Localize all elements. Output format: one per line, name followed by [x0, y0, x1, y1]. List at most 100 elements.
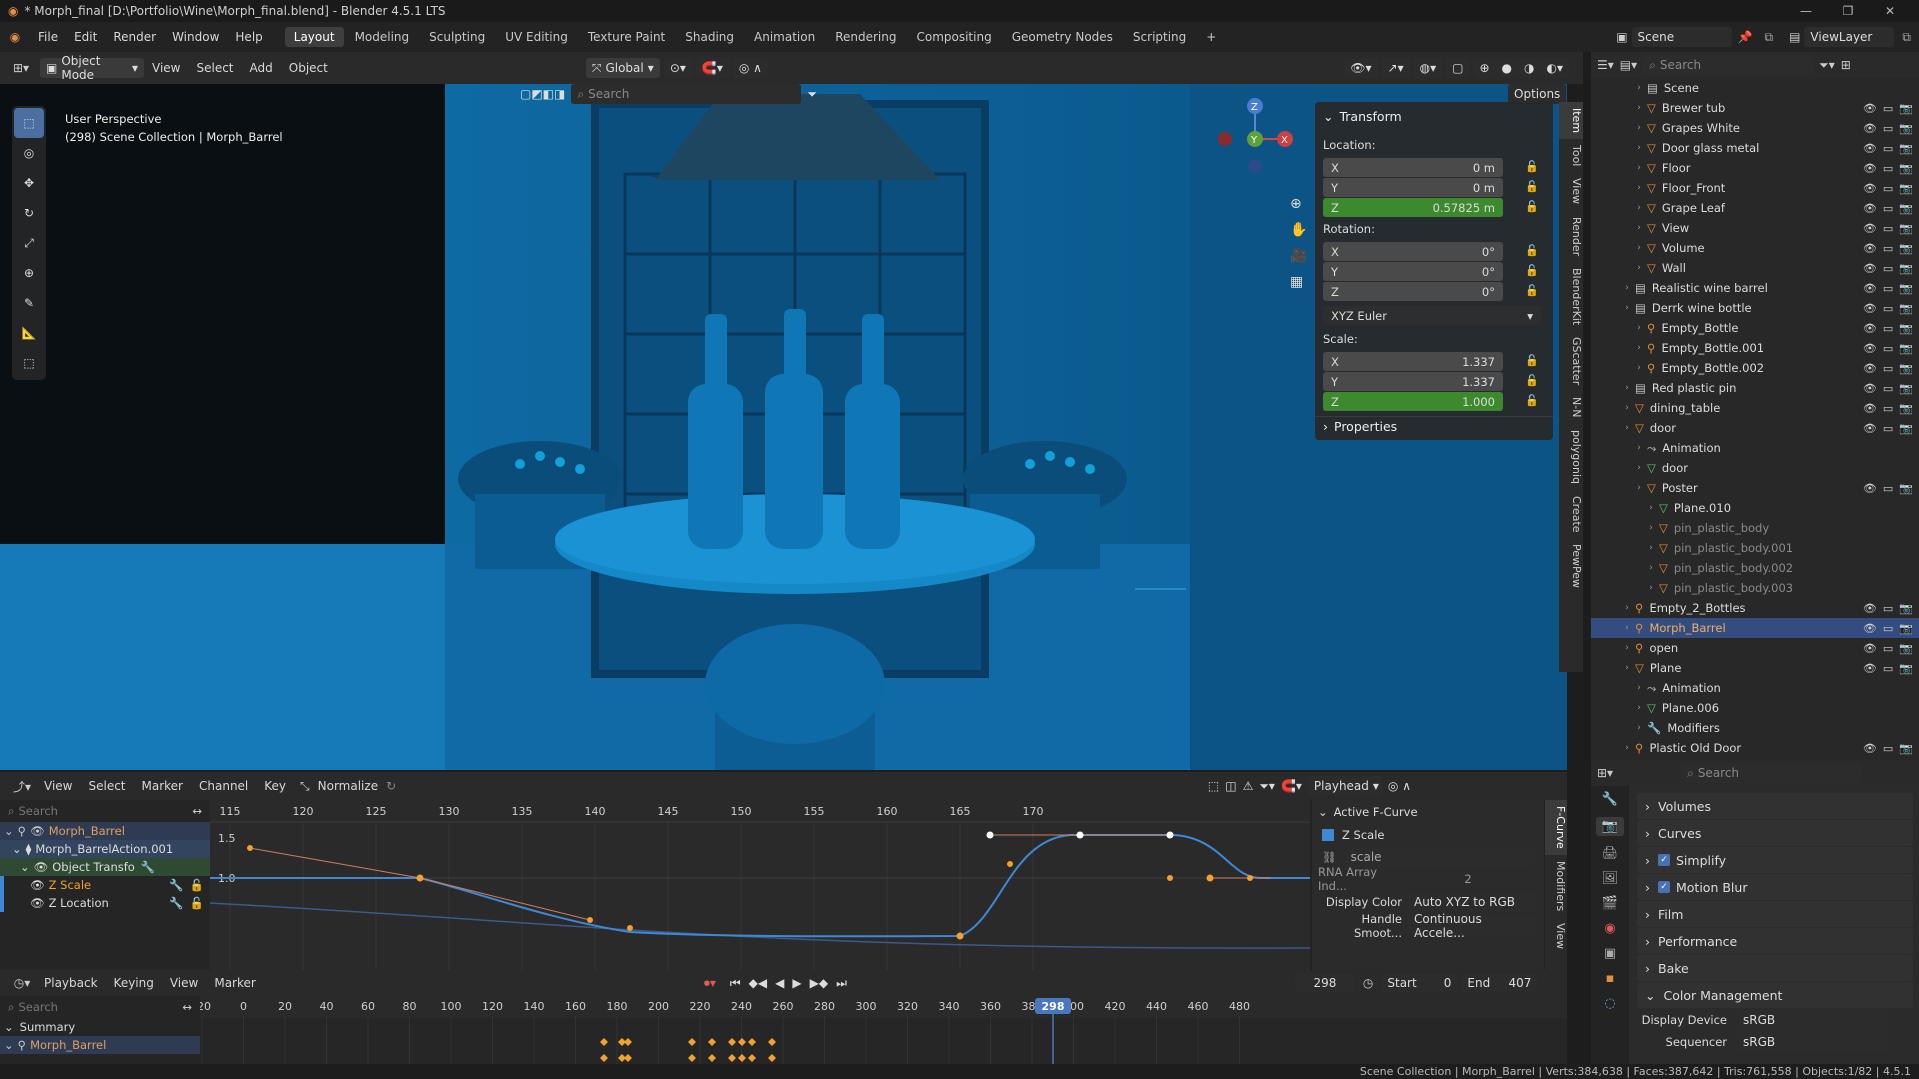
menu-file[interactable]: File [30, 30, 66, 44]
expand-chevron-icon[interactable]: › [1621, 663, 1633, 673]
play-reverse-icon[interactable]: ◀ [775, 976, 784, 990]
viewport-visibility-icon[interactable]: ▭ [1883, 102, 1893, 115]
expand-chevron-icon[interactable]: › [1621, 603, 1633, 613]
sidebar-tab-blenderkit[interactable]: BlenderKit [1559, 262, 1583, 331]
workspace-tab-rendering[interactable]: Rendering [826, 27, 905, 47]
scene-selector[interactable]: Scene [1631, 27, 1732, 47]
render-visibility-icon[interactable]: 📷 [1899, 422, 1913, 435]
record-icon[interactable]: ⏺▾ [704, 976, 716, 991]
rotation-x-field[interactable]: X 0° [1323, 242, 1503, 261]
eye-icon[interactable]: 👁 [1863, 282, 1877, 295]
move-tool[interactable]: ✥ [14, 168, 44, 198]
eye-icon[interactable]: 👁 [1863, 342, 1877, 355]
outliner-row[interactable]: › ▽ Floor_Front 👁 ▭ 📷 [1591, 178, 1919, 198]
view-layer-tab-icon[interactable]: 🖼 [1602, 871, 1619, 886]
render-visibility-icon[interactable]: 📷 [1899, 322, 1913, 335]
shading-wireframe[interactable]: ⊕ [1473, 58, 1496, 78]
visibility-toggles[interactable]: 👁 ▭ 📷 [1863, 322, 1913, 335]
xray-toggle[interactable]: ▢ [1446, 58, 1470, 78]
scale-tool[interactable]: ⤢ [14, 228, 44, 258]
eye-icon[interactable]: 👁 [1863, 482, 1877, 495]
channel-group[interactable]: ⌄ 👁 Object Transfo 🔧 [0, 858, 210, 876]
swap-icon[interactable]: ↔ [192, 804, 202, 818]
scale-y-field[interactable]: Y 1.337 [1323, 372, 1503, 391]
expand-chevron-icon[interactable]: › [1633, 203, 1645, 213]
channel-z-scale[interactable]: 👁 Z Scale 🔧 🔓 [0, 876, 210, 894]
eye-icon[interactable]: 👁 [1863, 262, 1877, 275]
overlay-toggle[interactable]: ◍▾ [1413, 58, 1443, 78]
menu-render[interactable]: Render [105, 30, 164, 44]
navigation-gizmo[interactable]: Z X Y [1210, 94, 1300, 184]
eye-icon[interactable]: 👁 [1863, 622, 1877, 635]
viewport-visibility-icon[interactable]: ▭ [1883, 602, 1893, 615]
outliner-row[interactable]: › ▽ View 👁 ▭ 📷 [1591, 218, 1919, 238]
graph-menu-channel[interactable]: Channel [191, 779, 256, 793]
collection-tab-icon[interactable]: ▣ [1604, 946, 1616, 961]
close-button[interactable]: ✕ [1869, 4, 1911, 18]
snap-toggle[interactable]: 🧲▾ [695, 58, 729, 78]
viewport-menu-add[interactable]: Add [242, 61, 281, 75]
eye-icon[interactable]: 👁 [1863, 322, 1877, 335]
visibility-toggles[interactable]: 👁 ▭ 📷 [1863, 302, 1913, 315]
eye-icon[interactable]: 👁 [30, 878, 45, 892]
visibility-toggles[interactable]: 👁 ▭ 📷 [1863, 262, 1913, 275]
lock-icon[interactable]: 🔓 [1525, 394, 1539, 407]
next-keyframe-icon[interactable]: ▶◆ [810, 976, 828, 990]
outliner-row[interactable]: › ▽ pin_plastic_body.002 [1591, 558, 1919, 578]
viewport-visibility-icon[interactable]: ▭ [1883, 282, 1893, 295]
visibility-toggles[interactable]: 👁 ▭ 📷 [1863, 482, 1913, 495]
viewport-visibility-icon[interactable]: ▭ [1883, 242, 1893, 255]
expand-chevron-icon[interactable]: › [1633, 343, 1645, 353]
expand-chevron-icon[interactable]: › [1633, 143, 1645, 153]
play-icon[interactable]: ▶ [792, 976, 801, 990]
eye-icon[interactable]: 👁 [1863, 602, 1877, 615]
add-cube-tool[interactable]: ⬚ [14, 348, 44, 378]
expand-chevron-icon[interactable]: › [1633, 163, 1645, 173]
errors-icon[interactable]: ⚠ [1243, 779, 1254, 793]
timeline-row-summary[interactable]: ⌄ Summary [0, 1018, 200, 1036]
menu-edit[interactable]: Edit [66, 30, 105, 44]
render-visibility-icon[interactable]: 📷 [1899, 242, 1913, 255]
sidebar-tab-tool[interactable]: Tool [1559, 139, 1583, 172]
expand-chevron-icon[interactable]: › [1633, 83, 1645, 93]
add-workspace-button[interactable]: + [1197, 27, 1225, 47]
workspace-tab-animation[interactable]: Animation [745, 27, 824, 47]
lock-icon[interactable]: 🔓 [1525, 200, 1539, 213]
eye-icon[interactable]: 👁 [1863, 362, 1877, 375]
viewport-visibility-icon[interactable]: ▭ [1883, 382, 1893, 395]
filter-icon[interactable]: ⏷ [807, 87, 817, 102]
visibility-toggles[interactable]: 👁 ▭ 📷 [1863, 222, 1913, 235]
cursor-tool[interactable]: ◎ [14, 138, 44, 168]
timeline-editor-icon[interactable]: ◷▾ [8, 976, 36, 990]
viewport-menu-view[interactable]: View [144, 61, 188, 75]
location-x-field[interactable]: X 0 m [1323, 158, 1503, 177]
shading-rendered[interactable]: ◐▾ [1540, 58, 1569, 78]
expand-chevron-icon[interactable]: › [1633, 123, 1645, 133]
rna-path-field[interactable]: scale [1344, 847, 1535, 867]
visibility-toggles[interactable]: 👁 ▭ 📷 [1863, 142, 1913, 155]
location-z-field[interactable]: Z 0.57825 m [1323, 198, 1503, 217]
viewport-visibility-icon[interactable]: ▭ [1883, 482, 1893, 495]
visibility-toggles[interactable]: 👁 ▭ 📷 [1863, 362, 1913, 375]
lock-icon[interactable]: 🔓 [190, 878, 204, 892]
output-tab-icon[interactable]: 🖨 [1602, 846, 1619, 861]
outliner-row[interactable]: › ▽ Wall 👁 ▭ 📷 [1591, 258, 1919, 278]
workspace-tab-sculpting[interactable]: Sculpting [420, 27, 494, 47]
sequencer-dropdown[interactable]: sRGB [1737, 1032, 1887, 1052]
physics-tab-icon[interactable]: ◌ [1604, 996, 1615, 1011]
expand-chevron-icon[interactable]: › [1633, 683, 1645, 693]
viewport-visibility-icon[interactable]: ▭ [1883, 162, 1893, 175]
render-visibility-icon[interactable]: 📷 [1899, 102, 1913, 115]
render-visibility-icon[interactable]: 📷 [1899, 482, 1913, 495]
sidebar-tab-polygoniq[interactable]: polygoniq [1559, 424, 1583, 490]
active-fcurve-header[interactable]: ⌄ Active F-Curve [1312, 800, 1544, 824]
graph-menu-select[interactable]: Select [80, 779, 133, 793]
visibility-toggles[interactable]: 👁 ▭ 📷 [1863, 202, 1913, 215]
outliner-row[interactable]: › ▤ Realistic wine barrel 👁 ▭ 📷 [1591, 278, 1919, 298]
outliner-row[interactable]: › ⚲ Empty_Bottle.002 👁 ▭ 📷 [1591, 358, 1919, 378]
filter-icon[interactable]: ⏷▾ [1819, 58, 1835, 73]
visibility-toggles[interactable]: 👁 ▭ 📷 [1863, 242, 1913, 255]
workspace-tab-shading[interactable]: Shading [676, 27, 743, 47]
expand-chevron-icon[interactable]: › [1633, 703, 1645, 713]
outliner-row[interactable]: › ▤ Derrk wine bottle 👁 ▭ 📷 [1591, 298, 1919, 318]
